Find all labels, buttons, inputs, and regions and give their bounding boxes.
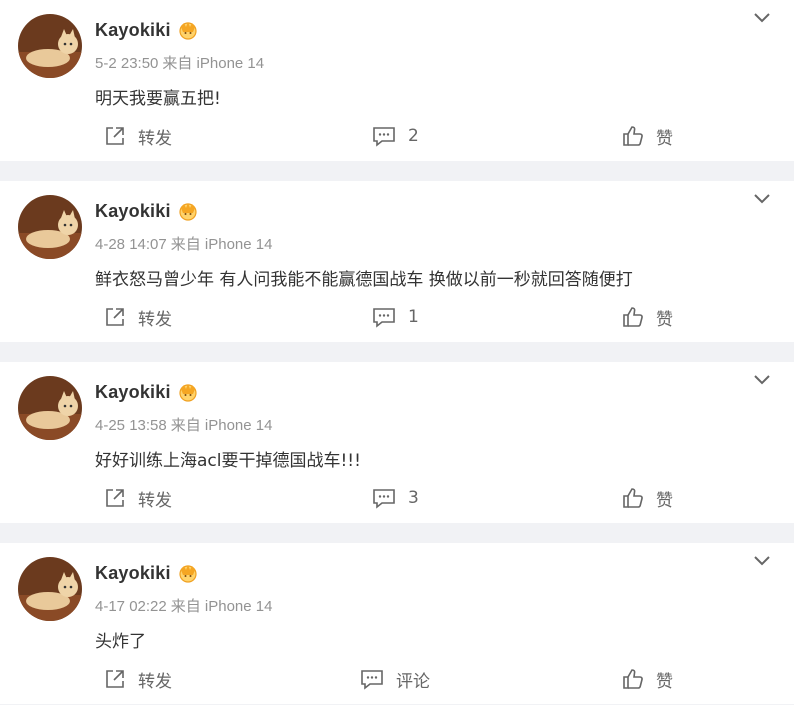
repost-label: 转发 [138, 671, 172, 692]
share-icon [106, 670, 124, 688]
avatar[interactable] [18, 557, 82, 621]
post-meta: 4-25 13:58 来自 iPhone 14 [95, 414, 272, 435]
post-meta: 4-17 02:22 来自 iPhone 14 [95, 595, 272, 616]
repost-label: 转发 [138, 309, 172, 330]
author-name[interactable]: Kayokiki [95, 20, 171, 41]
action-bar: 转发 2 赞 [0, 116, 794, 156]
vip-crown-icon [177, 563, 199, 583]
like-button[interactable]: 赞 [622, 116, 673, 156]
post-meta: 5-2 23:50 来自 iPhone 14 [95, 52, 264, 73]
like-button[interactable]: 赞 [622, 478, 673, 518]
chevron-down-icon[interactable] [752, 372, 772, 388]
comment-icon [373, 489, 395, 509]
post-date[interactable]: 4-17 02:22 [95, 598, 167, 615]
author-name[interactable]: Kayokiki [95, 201, 171, 222]
vip-crown-icon [177, 382, 199, 402]
comment-icon [373, 127, 395, 147]
author-name[interactable]: Kayokiki [95, 382, 171, 403]
comment-label: 2 [408, 126, 419, 146]
post-text: 头炸了 [95, 632, 146, 652]
share-icon [106, 127, 124, 145]
author-row: Kayokiki [95, 199, 199, 223]
like-label: 赞 [656, 128, 673, 149]
post-source: 来自 iPhone 14 [162, 55, 265, 72]
repost-button[interactable]: 转发 [104, 478, 172, 518]
like-button[interactable]: 赞 [622, 659, 673, 699]
vip-crown-icon [177, 20, 199, 40]
comment-label: 1 [408, 307, 419, 327]
avatar[interactable] [18, 195, 82, 259]
thumbs-up-icon [623, 669, 643, 689]
like-label: 赞 [656, 671, 673, 692]
repost-button[interactable]: 转发 [104, 659, 172, 699]
vip-crown-icon [177, 201, 199, 221]
post-date[interactable]: 4-28 14:07 [95, 236, 167, 253]
repost-button[interactable]: 转发 [104, 116, 172, 156]
thumbs-up-icon [623, 126, 643, 146]
post-text: 明天我要赢五把! [95, 89, 221, 109]
comment-icon [373, 308, 395, 328]
author-name[interactable]: Kayokiki [95, 563, 171, 584]
chevron-down-icon[interactable] [752, 10, 772, 26]
action-bar: 转发 3 赞 [0, 478, 794, 518]
avatar[interactable] [18, 376, 82, 440]
chevron-down-icon[interactable] [752, 553, 772, 569]
author-row: Kayokiki [95, 561, 199, 585]
post-meta: 4-28 14:07 来自 iPhone 14 [95, 233, 272, 254]
repost-button[interactable]: 转发 [104, 297, 172, 337]
post-date[interactable]: 4-25 13:58 [95, 417, 167, 434]
author-row: Kayokiki [95, 18, 199, 42]
thumbs-up-icon [623, 488, 643, 508]
comment-button[interactable]: 3 [372, 478, 419, 518]
comment-icon [361, 670, 383, 690]
post-card: Kayokiki 4-17 02:22来自 iPhone 14 头炸了 转发 [0, 543, 794, 704]
action-bar: 转发 评论 赞 [0, 659, 794, 699]
share-icon [106, 489, 124, 507]
share-icon [106, 308, 124, 326]
comment-button[interactable]: 评论 [360, 659, 430, 699]
comment-button[interactable]: 2 [372, 116, 419, 156]
post-source: 来自 iPhone 14 [170, 236, 273, 253]
repost-label: 转发 [138, 128, 172, 149]
like-button[interactable]: 赞 [622, 297, 673, 337]
post-feed: Kayokiki 5-2 23:50 来自 iPhone 14 明天我要赢五把! … [0, 0, 794, 704]
post-card: Kayokiki 4-28 14:07 来自 iPhone 14 鲜衣怒马曾少年 … [0, 181, 794, 342]
chevron-down-icon[interactable] [752, 191, 772, 207]
repost-label: 转发 [138, 490, 172, 511]
post-source: 来自 iPhone 14 [170, 417, 273, 434]
thumbs-up-icon [623, 307, 643, 327]
author-row: Kayokiki [95, 380, 199, 404]
post-source: 来自 iPhone 14 [170, 598, 273, 615]
avatar[interactable] [18, 14, 82, 78]
post-text: 鲜衣怒马曾少年 有人问我能不能赢德国战车 换做以前一秒就回答随便打 [95, 270, 633, 290]
comment-label: 3 [408, 488, 419, 508]
comment-button[interactable]: 1 [372, 297, 419, 337]
post-text: 好好训练上海acl要干掉德国战车!!! [95, 451, 361, 471]
action-bar: 转发 1 赞 [0, 297, 794, 337]
post-card: Kayokiki 5-2 23:50 来自 iPhone 14 明天我要赢五把! … [0, 0, 794, 161]
comment-label: 评论 [396, 671, 430, 692]
post-date[interactable]: 5-2 23:50 [95, 55, 158, 72]
like-label: 赞 [656, 309, 673, 330]
like-label: 赞 [656, 490, 673, 511]
post-card: Kayokiki 4-25 13:58 来自 iPhone 14 好好训练上海ac… [0, 362, 794, 523]
